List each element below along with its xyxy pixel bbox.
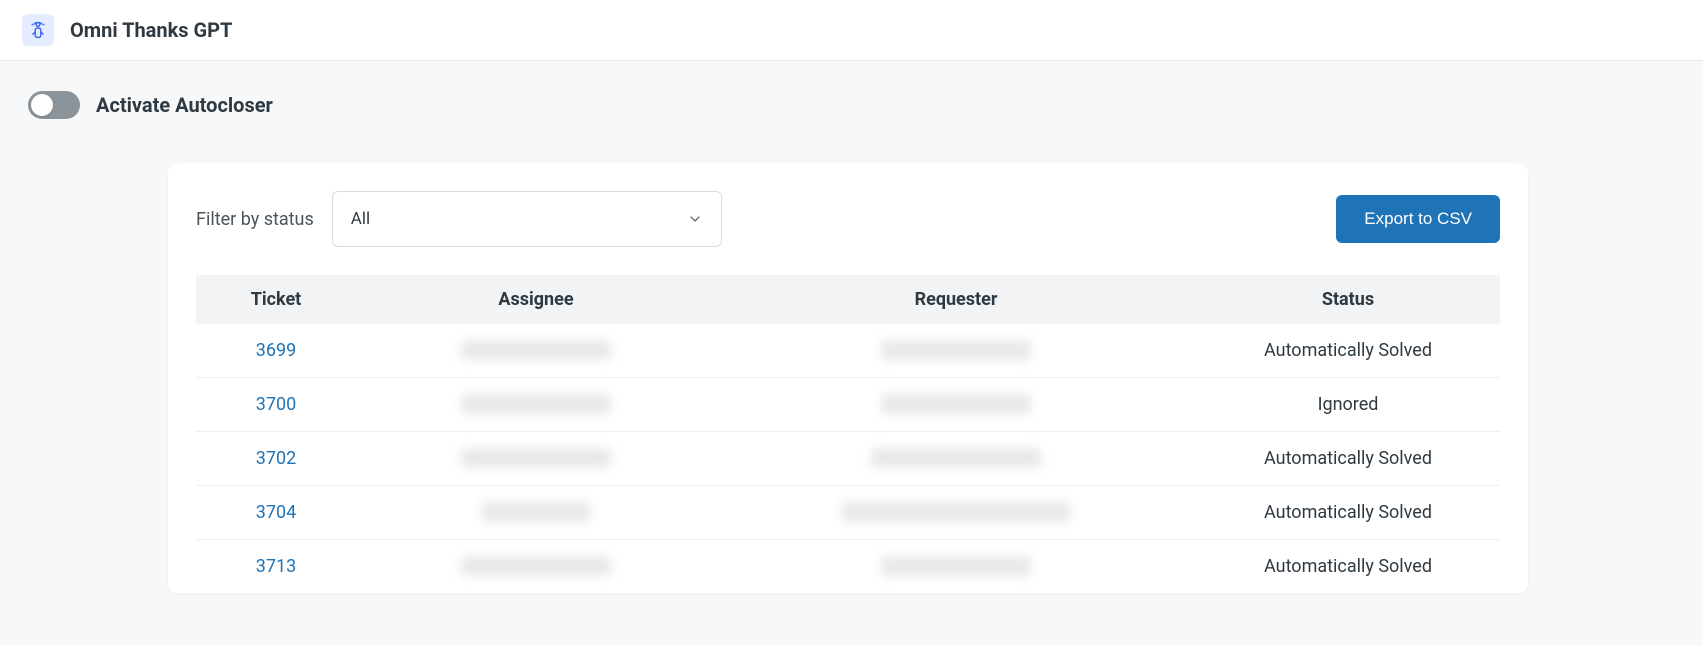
header-requester: Requester: [716, 275, 1196, 324]
table-row: 3699 ████████ ████████ Automatically Solved: [196, 324, 1500, 378]
status-cell: Ignored: [1196, 378, 1500, 432]
requester-redacted: ████████: [871, 448, 1041, 468]
header-assignee: Assignee: [356, 275, 716, 324]
filter-label: Filter by status: [196, 209, 314, 230]
table-row: 3700 ████████ ████████ Ignored: [196, 378, 1500, 432]
table-header-row: Ticket Assignee Requester Status: [196, 275, 1500, 324]
filter-group: Filter by status All: [196, 191, 722, 247]
status-cell: Automatically Solved: [1196, 486, 1500, 540]
autocloser-toggle-label: Activate Autocloser: [96, 93, 273, 117]
assignee-redacted: ████████: [461, 448, 611, 468]
export-csv-button[interactable]: Export to CSV: [1336, 195, 1500, 243]
header-status: Status: [1196, 275, 1500, 324]
requester-redacted: ████████: [881, 394, 1031, 414]
ticket-link[interactable]: 3713: [256, 556, 296, 577]
ticket-link[interactable]: 3704: [256, 502, 296, 523]
ticket-link[interactable]: 3700: [256, 394, 296, 415]
toggle-knob: [31, 94, 53, 116]
status-cell: Automatically Solved: [1196, 432, 1500, 486]
assignee-redacted: ████████: [461, 394, 611, 414]
tickets-table: Ticket Assignee Requester Status 3699 ███…: [196, 275, 1500, 593]
ticket-link[interactable]: 3699: [256, 340, 296, 361]
requester-redacted: ████████: [881, 556, 1031, 576]
app-icon: [22, 14, 54, 46]
tickets-panel: Filter by status All Export to CSV Ticke…: [168, 163, 1528, 593]
app-title: Omni Thanks GPT: [70, 18, 232, 42]
table-row: 3704 ████████ ████████ Automatically Solved: [196, 486, 1500, 540]
assignee-redacted: ████████: [481, 502, 591, 522]
autocloser-toggle-row: Activate Autocloser: [28, 91, 1675, 119]
autocloser-toggle[interactable]: [28, 91, 80, 119]
status-cell: Automatically Solved: [1196, 540, 1500, 594]
requester-redacted: ████████: [841, 502, 1071, 522]
content-area: Activate Autocloser Filter by status All…: [0, 61, 1703, 593]
requester-redacted: ████████: [881, 340, 1031, 360]
status-filter-value: All: [351, 209, 370, 229]
table-row: 3702 ████████ ████████ Automatically Solved: [196, 432, 1500, 486]
assignee-redacted: ████████: [461, 340, 611, 360]
status-filter-select[interactable]: All: [332, 191, 722, 247]
header-ticket: Ticket: [196, 275, 356, 324]
app-header: Omni Thanks GPT: [0, 0, 1703, 61]
table-row: 3713 ████████ ████████ Automatically Solved: [196, 540, 1500, 594]
status-cell: Automatically Solved: [1196, 324, 1500, 378]
chevron-down-icon: [687, 211, 703, 227]
robot-thanks-icon: [27, 19, 49, 41]
ticket-link[interactable]: 3702: [256, 448, 296, 469]
assignee-redacted: ████████: [461, 556, 611, 576]
panel-controls: Filter by status All Export to CSV: [196, 191, 1500, 247]
